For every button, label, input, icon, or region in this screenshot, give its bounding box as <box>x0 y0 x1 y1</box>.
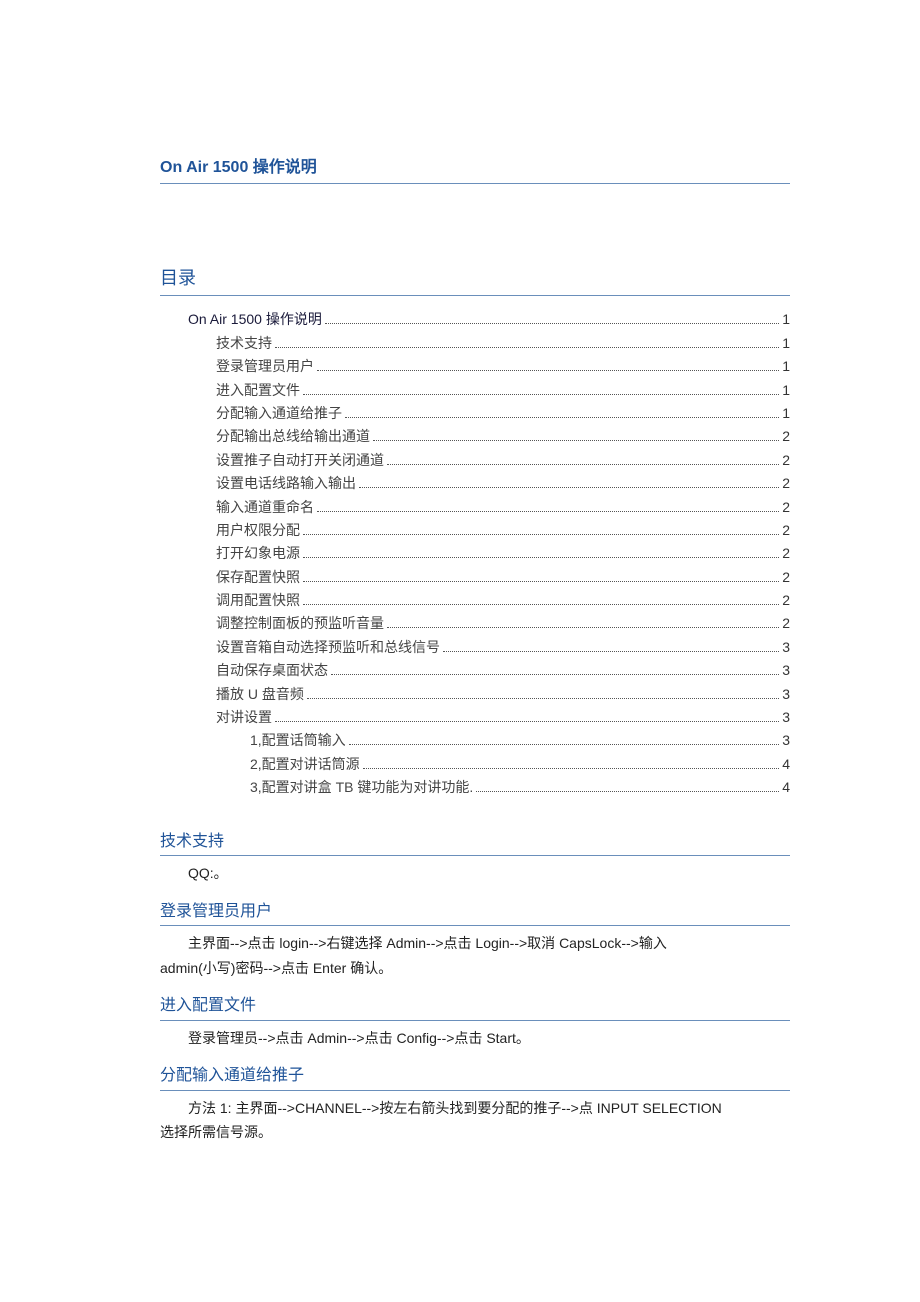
toc-leader-dots <box>476 791 779 792</box>
toc-entry[interactable]: 自动保存桌面状态 3 <box>160 659 790 681</box>
toc-leader-dots <box>275 347 779 348</box>
toc-entry[interactable]: 技术支持 1 <box>160 332 790 354</box>
toc-entry-text: 调整控制面板的预监听音量 <box>216 612 384 634</box>
toc-entry-page: 2 <box>782 566 790 588</box>
toc-entry-text: 2,配置对讲话筒源 <box>250 753 360 775</box>
toc-entry[interactable]: 播放 U 盘音频 3 <box>160 683 790 705</box>
toc-leader-dots <box>303 394 779 395</box>
toc-entry-text: 设置音箱自动选择预监听和总线信号 <box>216 636 440 658</box>
toc-leader-dots <box>275 721 779 722</box>
toc-entry-text: 分配输入通道给推子 <box>216 402 342 424</box>
toc-entry-page: 3 <box>782 636 790 658</box>
section-paragraph: QQ:。 <box>160 862 790 884</box>
toc-entry-page: 2 <box>782 449 790 471</box>
toc-entry[interactable]: 输入通道重命名 2 <box>160 496 790 518</box>
toc-entry-page: 1 <box>782 355 790 377</box>
toc-leader-dots <box>303 557 779 558</box>
toc-entry-page: 1 <box>782 332 790 354</box>
toc-leader-dots <box>325 323 779 324</box>
toc-leader-dots <box>387 464 779 465</box>
toc-leader-dots <box>363 768 780 769</box>
toc-entry-page: 2 <box>782 542 790 564</box>
toc-leader-dots <box>317 511 779 512</box>
toc-entry-page: 2 <box>782 472 790 494</box>
section-title: 分配输入通道给推子 <box>160 1063 790 1091</box>
toc-entry[interactable]: On Air 1500 操作说明 1 <box>160 308 790 330</box>
section-title: 登录管理员用户 <box>160 899 790 927</box>
toc-leader-dots <box>303 581 779 582</box>
toc-entry-page: 3 <box>782 706 790 728</box>
toc-leader-dots <box>443 651 779 652</box>
toc-entry-text: 输入通道重命名 <box>216 496 314 518</box>
toc-entry-text: 设置推子自动打开关闭通道 <box>216 449 384 471</box>
toc-leader-dots <box>373 440 779 441</box>
toc-entry-text: 保存配置快照 <box>216 566 300 588</box>
toc-leader-dots <box>345 417 779 418</box>
section-paragraph: 主界面-->点击 login-->右键选择 Admin-->点击 Login--… <box>160 932 790 954</box>
toc-entry-text: 3,配置对讲盒 TB 键功能为对讲功能. <box>250 776 473 798</box>
toc-entry-page: 1 <box>782 308 790 330</box>
toc-title: 目录 <box>160 264 790 297</box>
toc-entry[interactable]: 设置电话线路输入输出 2 <box>160 472 790 494</box>
section-paragraph: admin(小写)密码-->点击 Enter 确认。 <box>160 957 790 979</box>
toc-leader-dots <box>303 604 779 605</box>
toc-leader-dots <box>387 627 779 628</box>
toc-entry-page: 4 <box>782 776 790 798</box>
toc-entry-text: 播放 U 盘音频 <box>216 683 304 705</box>
toc-leader-dots <box>307 698 779 699</box>
toc-entry-page: 3 <box>782 729 790 751</box>
section-title: 进入配置文件 <box>160 993 790 1021</box>
sections: 技术支持 QQ:。登录管理员用户主界面-->点击 login-->右键选择 Adm… <box>160 829 790 1144</box>
table-of-contents: On Air 1500 操作说明 1技术支持1登录管理员用户1进入配置文件1分配… <box>160 308 790 798</box>
toc-entry-text: 对讲设置 <box>216 706 272 728</box>
toc-leader-dots <box>317 370 779 371</box>
toc-entry[interactable]: 登录管理员用户 1 <box>160 355 790 377</box>
toc-leader-dots <box>331 674 779 675</box>
toc-entry[interactable]: 分配输出总线给输出通道 2 <box>160 425 790 447</box>
toc-entry-text: 进入配置文件 <box>216 379 300 401</box>
main-title: On Air 1500 操作说明 <box>160 155 790 184</box>
toc-entry-text: 自动保存桌面状态 <box>216 659 328 681</box>
section-paragraph: 方法 1: 主界面-->CHANNEL-->按左右箭头找到要分配的推子-->点 … <box>160 1097 790 1119</box>
toc-entry[interactable]: 用户权限分配 2 <box>160 519 790 541</box>
toc-entry-text: On Air 1500 操作说明 <box>188 308 322 330</box>
toc-entry[interactable]: 保存配置快照 2 <box>160 566 790 588</box>
toc-entry-text: 设置电话线路输入输出 <box>216 472 356 494</box>
toc-entry-text: 1,配置话筒输入 <box>250 729 346 751</box>
toc-entry[interactable]: 打开幻象电源 2 <box>160 542 790 564</box>
section-paragraph: 选择所需信号源。 <box>160 1121 790 1143</box>
toc-entry-text: 打开幻象电源 <box>216 542 300 564</box>
toc-entry-text: 用户权限分配 <box>216 519 300 541</box>
section-title: 技术支持 <box>160 829 790 857</box>
toc-entry[interactable]: 设置音箱自动选择预监听和总线信号 3 <box>160 636 790 658</box>
toc-entry-page: 1 <box>782 379 790 401</box>
toc-entry-page: 2 <box>782 496 790 518</box>
toc-leader-dots <box>359 487 779 488</box>
toc-entry[interactable]: 设置推子自动打开关闭通道 2 <box>160 449 790 471</box>
toc-entry-page: 2 <box>782 425 790 447</box>
toc-entry[interactable]: 调用配置快照 2 <box>160 589 790 611</box>
toc-entry-text: 登录管理员用户 <box>216 355 314 377</box>
toc-entry-text: 技术支持 <box>216 332 272 354</box>
toc-entry[interactable]: 分配输入通道给推子 1 <box>160 402 790 424</box>
toc-entry-page: 1 <box>782 402 790 424</box>
toc-entry-page: 3 <box>782 683 790 705</box>
toc-leader-dots <box>349 744 780 745</box>
toc-entry-page: 3 <box>782 659 790 681</box>
toc-entry[interactable]: 1,配置话筒输入 3 <box>160 729 790 751</box>
toc-entry-page: 2 <box>782 589 790 611</box>
toc-entry[interactable]: 对讲设置 3 <box>160 706 790 728</box>
toc-entry[interactable]: 3,配置对讲盒 TB 键功能为对讲功能. 4 <box>160 776 790 798</box>
toc-entry-text: 分配输出总线给输出通道 <box>216 425 370 447</box>
toc-entry[interactable]: 调整控制面板的预监听音量 2 <box>160 612 790 634</box>
toc-entry-page: 2 <box>782 612 790 634</box>
toc-leader-dots <box>303 534 779 535</box>
toc-entry-page: 2 <box>782 519 790 541</box>
toc-entry-text: 调用配置快照 <box>216 589 300 611</box>
section-paragraph: 登录管理员-->点击 Admin-->点击 Config-->点击 Start。 <box>160 1027 790 1049</box>
toc-entry[interactable]: 2,配置对讲话筒源 4 <box>160 753 790 775</box>
toc-entry-page: 4 <box>782 753 790 775</box>
toc-entry[interactable]: 进入配置文件 1 <box>160 379 790 401</box>
